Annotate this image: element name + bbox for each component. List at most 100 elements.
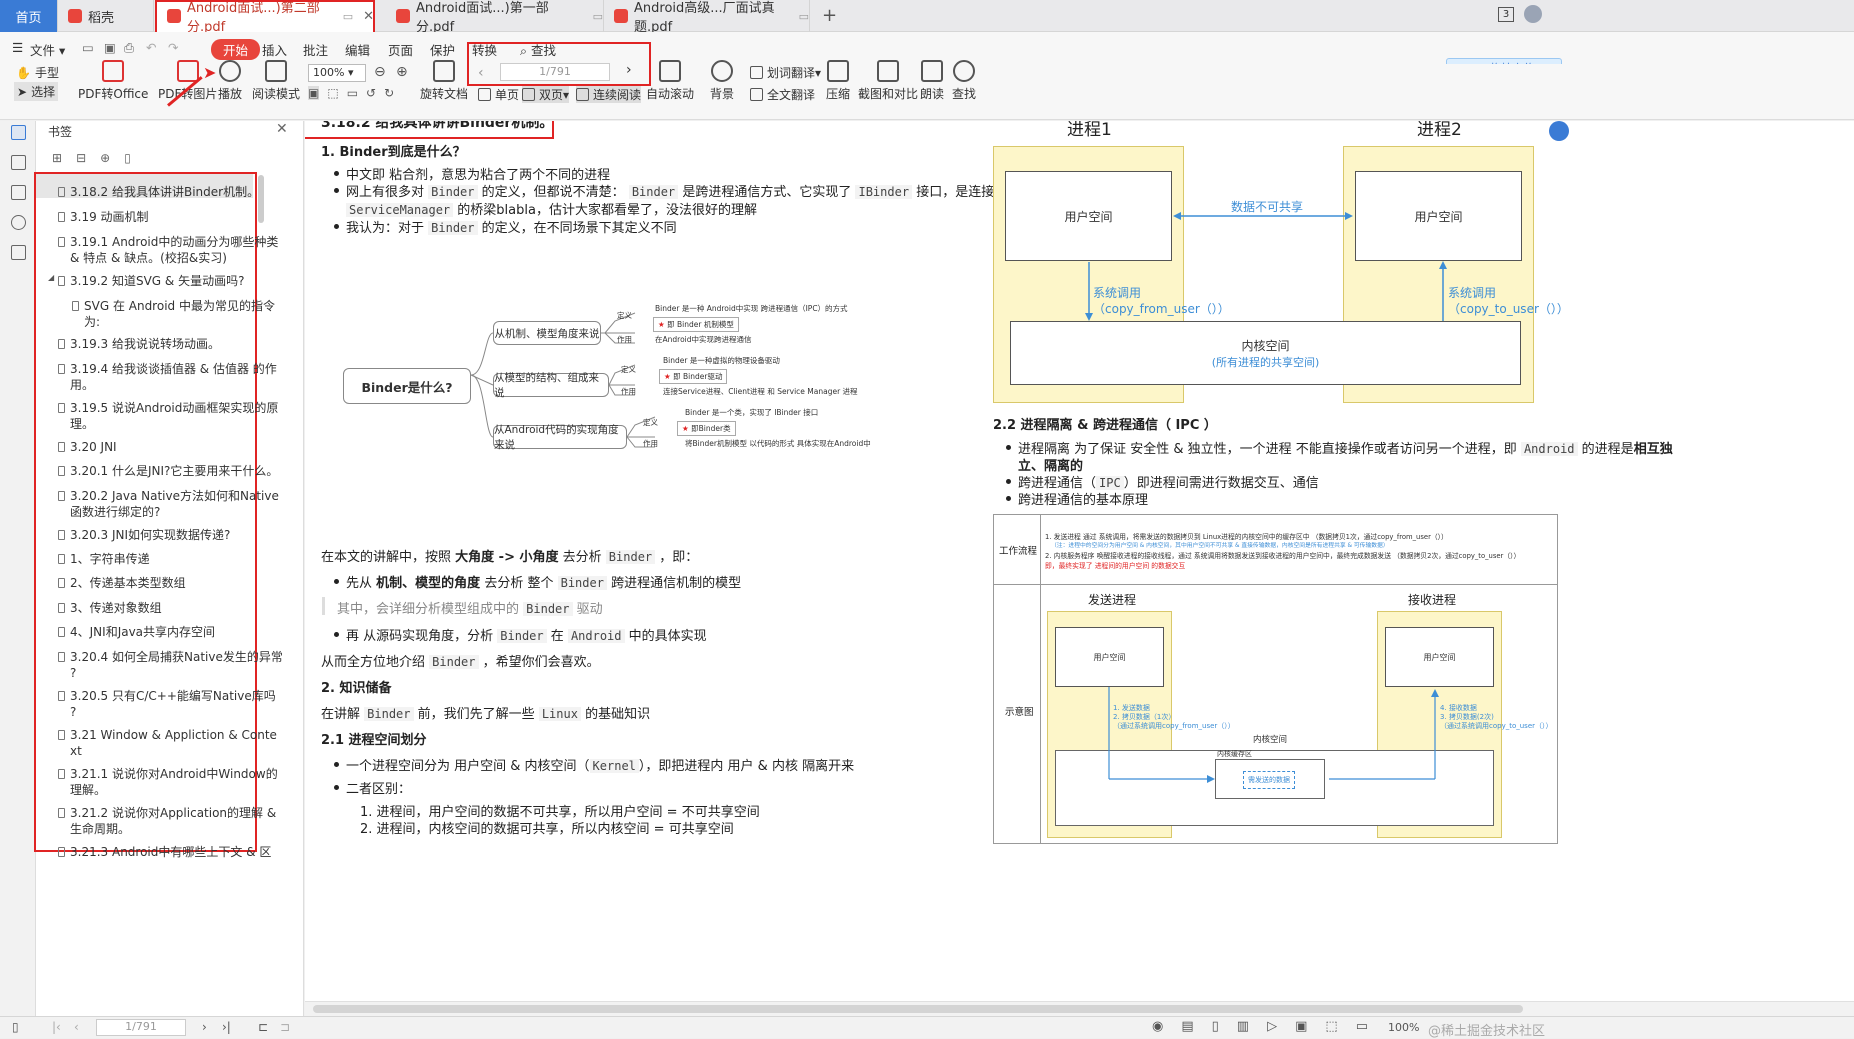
sidebar-close-icon[interactable]: ✕ bbox=[276, 121, 288, 137]
bookmark-item[interactable]: 2、传递基本类型数组 bbox=[58, 575, 302, 592]
tab-home[interactable]: 首页 bbox=[0, 0, 58, 32]
tab-document-interview[interactable]: Android高级...厂面试真题.pdf ▭ bbox=[604, 0, 810, 35]
crop-icon[interactable]: ⬚ bbox=[327, 86, 338, 100]
menu-convert[interactable]: 转换 bbox=[472, 40, 497, 59]
redo-icon[interactable]: ↷ bbox=[168, 40, 178, 55]
window-count-badge[interactable]: 3 bbox=[1498, 7, 1514, 22]
bookmark-item[interactable]: 3.19.5 说说Android动画框架实现的原 bbox=[58, 400, 302, 417]
bookmark-item[interactable]: 3.20.5 只有C/C++能编写Native库吗 bbox=[58, 688, 302, 705]
menu-protect[interactable]: 保护 bbox=[430, 40, 455, 59]
pdf-to-office-button[interactable]: PDF转Office bbox=[78, 60, 148, 102]
bookmark-item[interactable]: 3.21.1 说说你对Android中Window的 bbox=[58, 766, 302, 783]
menu-search[interactable]: ⌕ 查找 bbox=[520, 40, 556, 59]
menu-annotate[interactable]: 批注 bbox=[303, 40, 328, 59]
fit-page-icon[interactable]: ▣ bbox=[308, 86, 320, 100]
status-zoom[interactable]: 100% bbox=[1388, 1021, 1419, 1034]
thumbnail-icon[interactable] bbox=[11, 155, 26, 170]
next-page-icon[interactable]: › bbox=[626, 62, 632, 78]
double-view-icon[interactable]: ▥ bbox=[1237, 1019, 1249, 1034]
prev-page-icon[interactable]: ‹ bbox=[478, 65, 484, 81]
compare-button[interactable]: 截图和对比 bbox=[858, 60, 918, 102]
fit-width-icon[interactable]: ▭ bbox=[347, 86, 358, 100]
comment-icon[interactable] bbox=[11, 185, 26, 200]
single-view-icon[interactable]: ▤ bbox=[1181, 1019, 1193, 1034]
bookmark-item[interactable]: 3.19 动画机制 bbox=[58, 209, 302, 226]
bookmark-item[interactable]: 3.19.4 给我谈谈插值器 & 估值器 的作 bbox=[58, 361, 302, 378]
rotate-right-icon[interactable]: ↻ bbox=[384, 86, 394, 100]
sidebar-toggle-icon[interactable]: ▯ bbox=[12, 1020, 19, 1034]
single-page-button[interactable]: 单页 bbox=[478, 86, 519, 103]
crop-view-icon[interactable]: ⬚ bbox=[1325, 1019, 1337, 1034]
hand-tool-button[interactable]: ✋ 手型 bbox=[16, 64, 59, 81]
attachment-icon[interactable] bbox=[11, 215, 26, 230]
status-page-input[interactable]: 1/791 bbox=[96, 1019, 186, 1036]
auto-scroll-button[interactable]: 自动滚动 bbox=[646, 60, 694, 102]
menu-insert[interactable]: 插入 bbox=[262, 40, 287, 59]
bookmark-panel-icon[interactable] bbox=[11, 125, 26, 140]
page-view-icon[interactable]: ▯ bbox=[1212, 1019, 1219, 1034]
horizontal-scrollbar[interactable] bbox=[305, 1001, 1854, 1016]
rotate-document-button[interactable]: 旋转文档 bbox=[420, 60, 468, 102]
bookmark-item[interactable]: 3.21.3 Android中有哪些上下文 & 区 bbox=[58, 844, 302, 861]
continuous-read-button[interactable]: 连续阅读 bbox=[576, 86, 642, 103]
menu-edit[interactable]: 编辑 bbox=[345, 40, 370, 59]
background-button[interactable]: 背景 bbox=[710, 60, 734, 102]
horizontal-scroll-thumb[interactable] bbox=[313, 1005, 1523, 1013]
tab-active-document[interactable]: Android面试...)第二部分.pdf ▭ ✕ bbox=[157, 0, 375, 35]
open-icon[interactable]: ▭ bbox=[82, 40, 94, 55]
bookmark-item[interactable]: 1、字符串传递 bbox=[58, 551, 302, 568]
first-page-icon[interactable]: |‹ bbox=[52, 1020, 61, 1034]
last-page-icon[interactable]: ›| bbox=[222, 1020, 231, 1034]
menu-start[interactable]: 开始 bbox=[211, 39, 261, 60]
bookmark-item[interactable]: 3.20.3 JNI如何实现数据传递? bbox=[58, 527, 302, 544]
menu-page[interactable]: 页面 bbox=[388, 40, 413, 59]
full-translate-button[interactable]: 全文翻译 bbox=[750, 86, 815, 103]
tab-close-icon[interactable]: ✕ bbox=[363, 9, 374, 24]
status-prev-icon[interactable]: ‹ bbox=[74, 1020, 79, 1034]
print-icon[interactable]: ⎙ bbox=[124, 40, 134, 56]
tab-pin-icon[interactable]: ▭ bbox=[593, 10, 603, 23]
bookmark-item[interactable]: 3.21 Window & Appliction & Conte bbox=[58, 727, 302, 744]
play-button[interactable]: 播放 bbox=[218, 60, 242, 102]
collapse-all-icon[interactable]: ⊟ bbox=[76, 151, 86, 165]
bookmark-item[interactable]: SVG 在 Android 中最为常见的指令 bbox=[72, 298, 316, 315]
bookmark-item[interactable]: 3、传递对象数组 bbox=[58, 600, 302, 617]
menu-icon[interactable]: ☰ bbox=[12, 40, 23, 55]
play-view-icon[interactable]: ▷ bbox=[1267, 1019, 1277, 1034]
bookmark-icon[interactable]: ▯ bbox=[124, 151, 131, 165]
signature-icon[interactable] bbox=[11, 245, 26, 260]
bookmark-item[interactable]: 3.18.2 给我具体讲讲Binder机制。 bbox=[58, 184, 302, 201]
zoom-select[interactable]: 100% ▾ bbox=[308, 64, 366, 82]
expand-triangle-icon[interactable]: ◢ bbox=[48, 273, 54, 282]
bookmark-item[interactable]: 3.20.4 如何全局捕获Native发生的异常 bbox=[58, 649, 302, 666]
tab-pin-icon[interactable]: ▭ bbox=[799, 10, 809, 23]
page-number-input[interactable]: 1/791 bbox=[500, 63, 610, 81]
select-tool-button[interactable]: ➤ 选择 bbox=[14, 82, 59, 101]
find-button[interactable]: 查找 bbox=[952, 60, 976, 102]
compress-button[interactable]: 压缩 bbox=[826, 60, 850, 102]
menu-file[interactable]: 文件 ▾ bbox=[30, 40, 65, 59]
bookmark-item[interactable]: 4、JNI和Java共享内存空间 bbox=[58, 624, 302, 641]
bookmark-item[interactable]: 3.20 JNI bbox=[58, 439, 302, 456]
tab-pin-icon[interactable]: ▭ bbox=[343, 10, 353, 23]
fit-icon-2[interactable]: ⊐ bbox=[280, 1020, 290, 1034]
undo-icon[interactable]: ↶ bbox=[146, 40, 156, 55]
zoom-out-icon[interactable]: ⊖ bbox=[374, 64, 386, 80]
fit-icon[interactable]: ⊏ bbox=[258, 1020, 268, 1034]
bookmark-item[interactable]: 3.19.3 给我说说转场动画。 bbox=[58, 336, 302, 353]
bookmark-item[interactable]: 3.20.1 什么是JNI?它主要用来干什么。 bbox=[58, 463, 302, 480]
avatar[interactable] bbox=[1524, 5, 1542, 23]
bookmark-item[interactable]: 3.21.2 说说你对Application的理解 & bbox=[58, 805, 302, 822]
add-bookmark-icon[interactable]: ⊕ bbox=[100, 151, 110, 165]
assistant-icon[interactable] bbox=[1549, 121, 1569, 141]
width-view-icon[interactable]: ▭ bbox=[1356, 1019, 1368, 1034]
fit-view-icon[interactable]: ▣ bbox=[1295, 1019, 1307, 1034]
bookmark-item[interactable]: 3.20.2 Java Native方法如何和Native bbox=[58, 488, 302, 505]
read-aloud-button[interactable]: 朗读 bbox=[920, 60, 944, 102]
double-page-button[interactable]: 双页 ▾ bbox=[522, 86, 570, 103]
new-tab-button[interactable]: + bbox=[822, 5, 837, 26]
zoom-in-icon[interactable]: ⊕ bbox=[396, 64, 408, 80]
tab-document-part1[interactable]: Android面试...)第一部分.pdf ▭ bbox=[386, 0, 604, 35]
tab-daoke[interactable]: 稻壳 bbox=[58, 0, 154, 32]
status-next-icon[interactable]: › bbox=[202, 1020, 207, 1034]
